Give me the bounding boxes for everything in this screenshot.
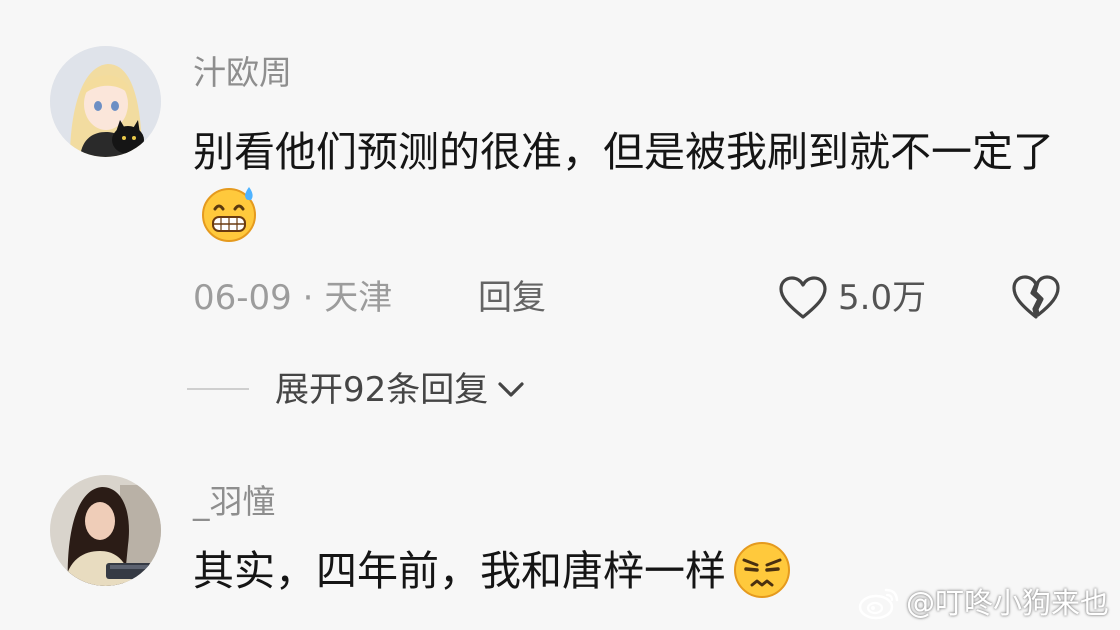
anime-girl-avatar-image: [50, 46, 161, 157]
watermark-text: @叮咚小狗来也: [906, 586, 1110, 620]
like-count: 5.0万: [838, 278, 927, 318]
girl-at-desk-avatar-image: [50, 475, 161, 586]
thread-divider: [187, 388, 249, 390]
chevron-down-icon: [498, 382, 524, 397]
expand-replies-button[interactable]: 展开92条回复: [275, 360, 526, 420]
comment-text: 别看他们预测的很准，但是被我刷到就不一定了: [193, 128, 1054, 176]
broken-heart-icon: [1012, 275, 1060, 319]
like-button[interactable]: 5.0万: [778, 270, 926, 326]
comment-date-location: 06-09 · 天津: [193, 278, 393, 318]
frowning-annoyed-emoji-icon: [730, 538, 794, 602]
comment-username[interactable]: 汁欧周: [193, 53, 292, 93]
dislike-button[interactable]: [1010, 273, 1062, 321]
reply-button[interactable]: 回复: [478, 270, 546, 326]
heart-icon: [779, 276, 827, 319]
comment-text-block: 别看他们预测的很准，但是被我刷到就不一定了: [193, 121, 1093, 249]
avatar[interactable]: [50, 46, 161, 157]
comment-text: 其实，四年前，我和唐梓一样: [193, 547, 726, 595]
expand-replies-label: 展开92条回复: [275, 370, 489, 410]
grinning-sweat-emoji-icon: [197, 181, 261, 245]
weibo-logo-icon: [858, 588, 899, 620]
comment-username[interactable]: _羽憧: [193, 482, 276, 522]
avatar[interactable]: [50, 475, 161, 586]
watermark: @叮咚小狗来也: [858, 581, 1109, 625]
